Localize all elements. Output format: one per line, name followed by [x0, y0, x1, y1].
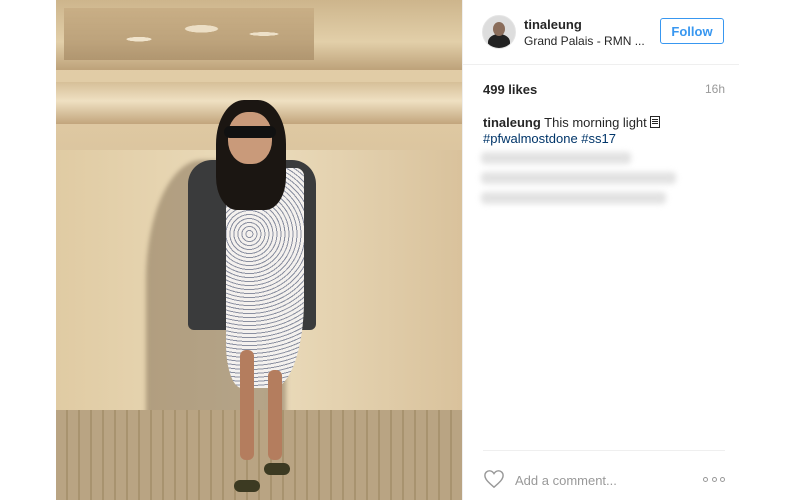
follow-button[interactable]: Follow — [660, 18, 724, 44]
book-emoji-icon — [649, 116, 660, 128]
post-photo[interactable] — [56, 0, 462, 500]
post-side-panel: tinaleung Grand Palais - RMN ... Follow … — [462, 0, 739, 500]
instagram-post: tinaleung Grand Palais - RMN ... Follow … — [56, 0, 739, 500]
more-options-icon[interactable] — [703, 477, 725, 483]
blurred-comment-line — [481, 152, 631, 164]
location-link[interactable]: Grand Palais - RMN ... — [524, 34, 645, 48]
blurred-comments — [481, 152, 681, 214]
avatar-body — [488, 34, 510, 48]
caption: tinaleung This morning light #pfwalmostd… — [483, 115, 725, 147]
post-timestamp[interactable]: 16h — [705, 82, 725, 96]
photo-leg-left — [240, 350, 254, 460]
avatar-face — [493, 22, 505, 36]
photo-shoe-left — [234, 480, 260, 492]
hashtag-link[interactable]: #ss17 — [581, 131, 616, 146]
caption-text: This morning light — [544, 115, 647, 130]
username-link[interactable]: tinaleung — [524, 17, 582, 32]
photo-face — [228, 112, 272, 164]
blurred-comment-line — [481, 172, 676, 184]
likes-row: 499 likes 16h — [483, 82, 725, 100]
avatar[interactable] — [482, 15, 516, 49]
more-dot — [720, 477, 725, 482]
photo-shoe-right — [264, 463, 290, 475]
likes-count[interactable]: 499 likes — [483, 82, 537, 97]
post-header: tinaleung Grand Palais - RMN ... Follow — [463, 0, 739, 65]
photo-sunglasses — [224, 126, 276, 138]
caption-username[interactable]: tinaleung — [483, 115, 541, 130]
photo-ornament — [64, 8, 314, 60]
heart-icon[interactable] — [483, 469, 505, 489]
photo-leg-right — [268, 370, 282, 460]
hashtag-link[interactable]: #pfwalmostdone — [483, 131, 578, 146]
more-dot — [711, 477, 717, 482]
more-dot — [703, 477, 708, 482]
blurred-comment-line — [481, 192, 666, 204]
comment-input[interactable] — [513, 469, 697, 491]
comment-footer — [483, 450, 725, 501]
